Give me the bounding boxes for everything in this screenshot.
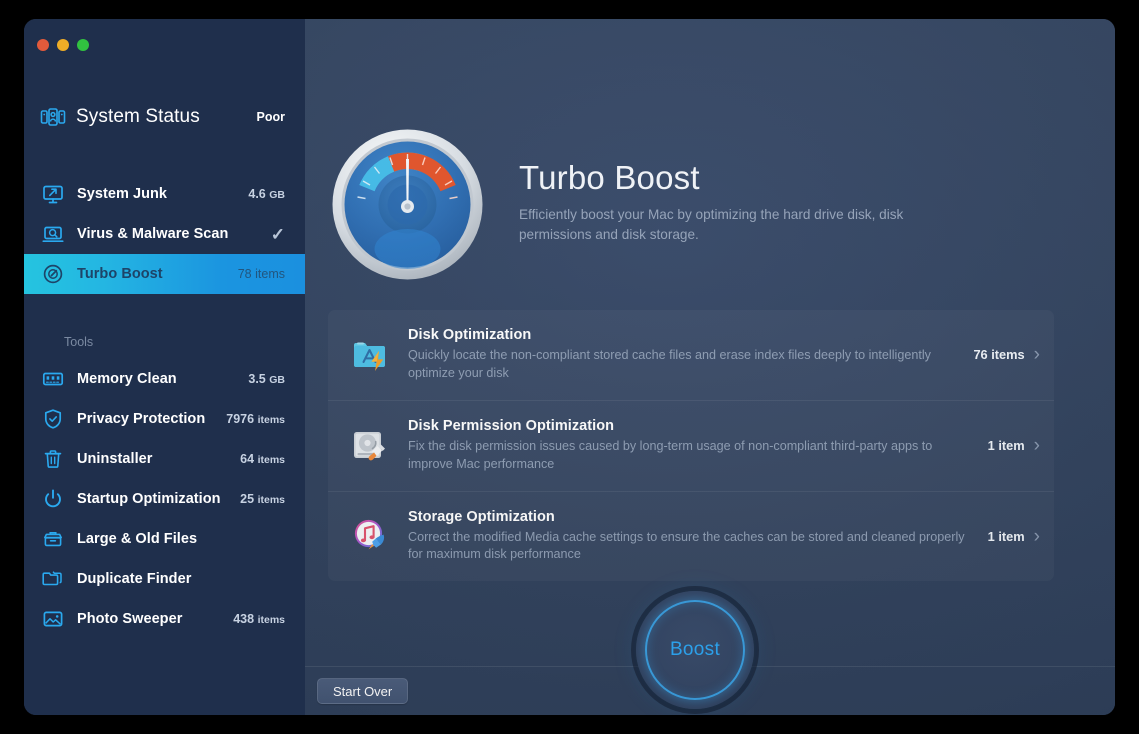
- sidebar-item-value: 25 items: [240, 492, 285, 506]
- memory-chip-icon: [41, 367, 65, 391]
- power-icon: [41, 487, 65, 511]
- list-item-title: Disk Optimization: [408, 327, 532, 343]
- list-item-title: Storage Optimization: [408, 508, 555, 525]
- sidebar-item-system-junk[interactable]: System Junk 4.6 GB: [24, 174, 305, 214]
- list-item-action[interactable]: 1 item ›: [988, 527, 1040, 546]
- sidebar-item-virus-malware-scan[interactable]: Virus & Malware Scan ✓: [24, 214, 305, 254]
- sidebar-item-label: Duplicate Finder: [77, 571, 192, 587]
- page-subtitle: Efficiently boost your Mac by optimizing…: [519, 207, 904, 243]
- list-item-description: Quickly locate the non-compliant stored …: [408, 348, 931, 380]
- copy-folder-icon: [41, 567, 65, 591]
- list-item-action[interactable]: 1 item ›: [988, 436, 1040, 455]
- minimize-window-button[interactable]: [57, 39, 69, 51]
- sidebar-item-label: Large & Old Files: [77, 531, 198, 547]
- system-status-value: Poor: [256, 110, 285, 124]
- app-folder-bolt-icon: [348, 333, 392, 377]
- tools-section-header: Tools: [64, 335, 94, 349]
- list-item-body: Disk Permission Optimization Fix the dis…: [408, 418, 988, 474]
- list-item[interactable]: Storage Optimization Correct the modifie…: [328, 490, 1054, 582]
- zoom-window-button[interactable]: [77, 39, 89, 51]
- page-title: Turbo Boost: [519, 159, 700, 197]
- traffic-light-buttons: [37, 39, 89, 51]
- sidebar-item-value: 3.5 GB: [248, 372, 285, 386]
- sidebar-item-label: System Junk: [77, 186, 168, 202]
- hero-section: Turbo Boost Efficiently boost your Mac b…: [330, 127, 939, 282]
- start-over-button[interactable]: Start Over: [317, 678, 409, 704]
- shield-check-icon: [41, 407, 65, 431]
- sidebar-item-value: 7976 items: [226, 412, 285, 426]
- list-item-count: 76 items: [973, 347, 1025, 363]
- sidebar: System Status Poor System Junk 4.6 GB Vi…: [24, 19, 305, 715]
- sidebar-item-label: Photo Sweeper: [77, 611, 183, 627]
- turbo-boost-gauge-icon: [330, 127, 485, 282]
- sidebar-item-label: Virus & Malware Scan: [77, 226, 229, 242]
- sidebar-item-label: Turbo Boost: [77, 266, 163, 282]
- sidebar-item-privacy-protection[interactable]: Privacy Protection 7976 items: [24, 399, 305, 439]
- hero-text: Turbo Boost Efficiently boost your Mac b…: [519, 159, 939, 249]
- sidebar-item-label: Privacy Protection: [77, 411, 206, 427]
- list-item-count: 1 item: [987, 528, 1025, 544]
- sidebar-item-large-old-files[interactable]: Large & Old Files: [24, 519, 305, 559]
- sidebar-item-uninstaller[interactable]: Uninstaller 64 items: [24, 439, 305, 479]
- sidebar-item-startup-optimization[interactable]: Startup Optimization 25 items: [24, 479, 305, 519]
- itunes-rocket-icon: [348, 514, 392, 558]
- list-item[interactable]: Disk Permission Optimization Fix the dis…: [328, 399, 1054, 491]
- app-window: System Status Poor System Junk 4.6 GB Vi…: [24, 19, 1115, 715]
- system-status-title: System Status: [76, 106, 200, 127]
- laptop-search-icon: [41, 222, 65, 246]
- photo-icon: [41, 607, 65, 631]
- sidebar-item-label: Uninstaller: [77, 451, 153, 467]
- sidebar-item-value: 64 items: [240, 452, 285, 466]
- sidebar-item-duplicate-finder[interactable]: Duplicate Finder: [24, 559, 305, 599]
- sidebar-item-value: 78 items: [237, 267, 285, 281]
- archive-box-icon: [41, 527, 65, 551]
- list-item-body: Disk Optimization Quickly locate the non…: [408, 327, 973, 383]
- main-content: Turbo Boost Efficiently boost your Mac b…: [305, 19, 1115, 715]
- sidebar-main-nav: System Junk 4.6 GB Virus & Malware Scan …: [24, 174, 305, 294]
- optimization-list-card: Disk Optimization Quickly locate the non…: [328, 310, 1054, 581]
- sidebar-item-value: 4.6 GB: [248, 187, 285, 201]
- list-item-description: Fix the disk permission issues caused by…: [408, 438, 933, 471]
- close-window-button[interactable]: [37, 39, 49, 51]
- chevron-right-icon[interactable]: ›: [1034, 527, 1040, 546]
- system-status-row[interactable]: System Status Poor: [24, 91, 305, 143]
- chevron-right-icon[interactable]: ›: [1034, 436, 1040, 455]
- sidebar-item-value: 438 items: [233, 612, 285, 626]
- trash-icon: [41, 447, 65, 471]
- speedometer-icon: [41, 262, 65, 286]
- scan-complete-check-icon: ✓: [270, 224, 285, 244]
- sidebar-item-label: Startup Optimization: [77, 491, 221, 507]
- sidebar-item-turbo-boost[interactable]: Turbo Boost 78 items: [24, 254, 305, 294]
- list-item-body: Storage Optimization Correct the modifie…: [408, 509, 988, 565]
- list-item-description: Correct the modified Media cache setting…: [408, 529, 965, 562]
- sidebar-item-label: Memory Clean: [77, 371, 177, 387]
- sidebar-item-photo-sweeper[interactable]: Photo Sweeper 438 items: [24, 599, 305, 639]
- list-item-action[interactable]: 76 items ›: [973, 345, 1040, 364]
- list-item[interactable]: Disk Optimization Quickly locate the non…: [328, 310, 1054, 400]
- boost-button-label: Boost: [669, 639, 721, 660]
- chevron-right-icon[interactable]: ›: [1034, 345, 1040, 364]
- list-item-title: Disk Permission Optimization: [408, 417, 615, 434]
- list-item-count: 1 item: [987, 438, 1025, 454]
- sidebar-item-memory-clean[interactable]: Memory Clean 3.5 GB: [24, 359, 305, 399]
- system-status-icon: [39, 103, 67, 131]
- sidebar-tools-nav: Memory Clean 3.5 GB Privacy Protection 7…: [24, 359, 305, 639]
- boost-button[interactable]: Boost: [636, 591, 754, 709]
- monitor-arrow-icon: [41, 182, 65, 206]
- hard-drive-repair-icon: [348, 424, 392, 468]
